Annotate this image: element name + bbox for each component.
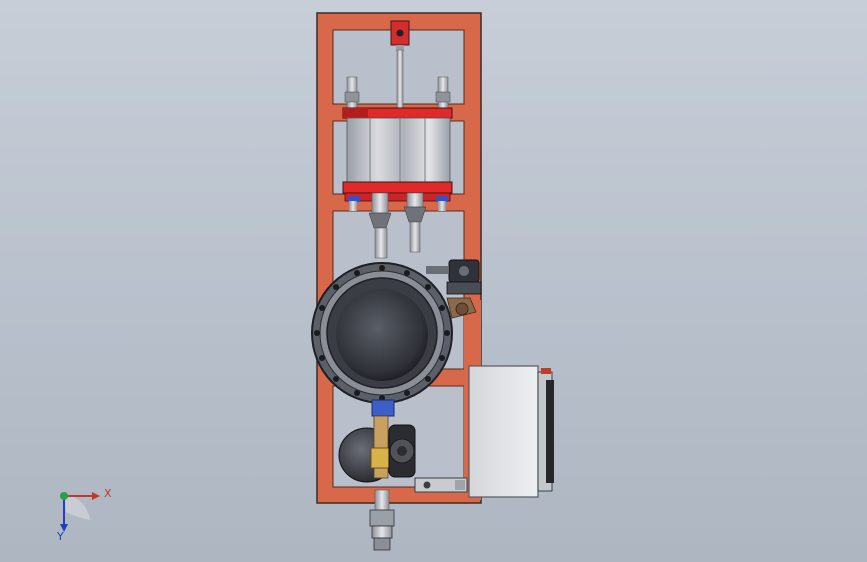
cad-model-view[interactable] [0, 0, 867, 562]
mounting-bracket[interactable] [414, 477, 468, 493]
piston-rod [396, 49, 404, 113]
cad-viewport[interactable]: X Y [0, 0, 867, 562]
butterfly-valve[interactable] [311, 262, 453, 404]
axis-x-label: X [104, 487, 112, 500]
coordinate-triad[interactable] [60, 492, 100, 532]
electrical-enclosure[interactable] [468, 365, 554, 498]
axis-y-label: Y [57, 530, 64, 543]
